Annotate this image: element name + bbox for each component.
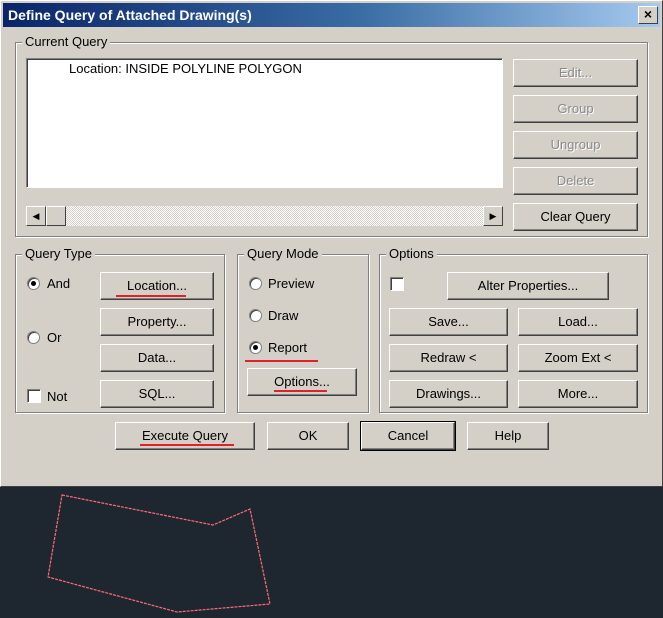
current-query-label: Current Query (22, 34, 111, 50)
selection-polyline-polygon[interactable] (47, 494, 271, 613)
edit-button[interactable]: Edit... (513, 59, 638, 87)
query-list-item[interactable]: Location: INSIDE POLYLINE POLYGON (69, 61, 302, 76)
cancel-button[interactable]: Cancel (360, 421, 456, 451)
ungroup-button[interactable]: Ungroup (513, 131, 638, 159)
draw-label: Draw (268, 308, 299, 323)
horizontal-scrollbar[interactable]: ◀ ▶ (26, 206, 503, 226)
not-checkbox[interactable] (27, 389, 41, 403)
window-title: Define Query of Attached Drawing(s) (8, 7, 252, 23)
property-button[interactable]: Property... (100, 308, 214, 336)
data-button[interactable]: Data... (100, 344, 214, 372)
save-button[interactable]: Save... (389, 308, 508, 336)
ok-button[interactable]: OK (267, 422, 349, 450)
clear-query-button[interactable]: Clear Query (513, 203, 638, 231)
not-label: Not (47, 389, 68, 404)
scroll-thumb[interactable] (46, 206, 66, 226)
and-radio[interactable] (27, 277, 40, 290)
help-button[interactable]: Help (467, 422, 549, 450)
zoom-extents-button[interactable]: Zoom Ext < (518, 344, 638, 372)
execute-highlight (140, 444, 234, 446)
close-button[interactable]: × (638, 6, 658, 24)
scroll-right-icon[interactable]: ▶ (483, 206, 503, 226)
draw-radio[interactable] (249, 309, 262, 322)
more-button[interactable]: More... (518, 380, 638, 408)
query-mode-label: Query Mode (244, 246, 322, 262)
define-query-dialog: Define Query of Attached Drawing(s) × Cu… (0, 0, 663, 487)
alter-properties-checkbox[interactable] (390, 277, 404, 291)
report-radio[interactable] (249, 341, 262, 354)
load-button[interactable]: Load... (518, 308, 638, 336)
drawings-button[interactable]: Drawings... (389, 380, 508, 408)
and-label: And (47, 276, 71, 291)
redraw-button[interactable]: Redraw < (389, 344, 508, 372)
or-radio[interactable] (27, 331, 40, 344)
alter-properties-button[interactable]: Alter Properties... (447, 272, 609, 300)
report-highlight (245, 360, 318, 362)
delete-button[interactable]: Delete (513, 167, 638, 195)
group-button[interactable]: Group (513, 95, 638, 123)
query-listbox[interactable]: Location: INSIDE POLYLINE POLYGON (26, 58, 503, 188)
preview-label: Preview (268, 276, 315, 291)
options-highlight (274, 390, 327, 392)
location-highlight (116, 295, 186, 297)
preview-radio[interactable] (249, 277, 262, 290)
drawing-canvas[interactable] (0, 487, 663, 618)
sql-button[interactable]: SQL... (100, 380, 214, 408)
report-label: Report (268, 340, 308, 355)
title-bar[interactable]: Define Query of Attached Drawing(s) × (3, 3, 660, 27)
query-type-label: Query Type (22, 246, 95, 262)
options-label: Options (386, 246, 437, 262)
or-label: Or (47, 330, 62, 345)
scroll-left-icon[interactable]: ◀ (26, 206, 46, 226)
